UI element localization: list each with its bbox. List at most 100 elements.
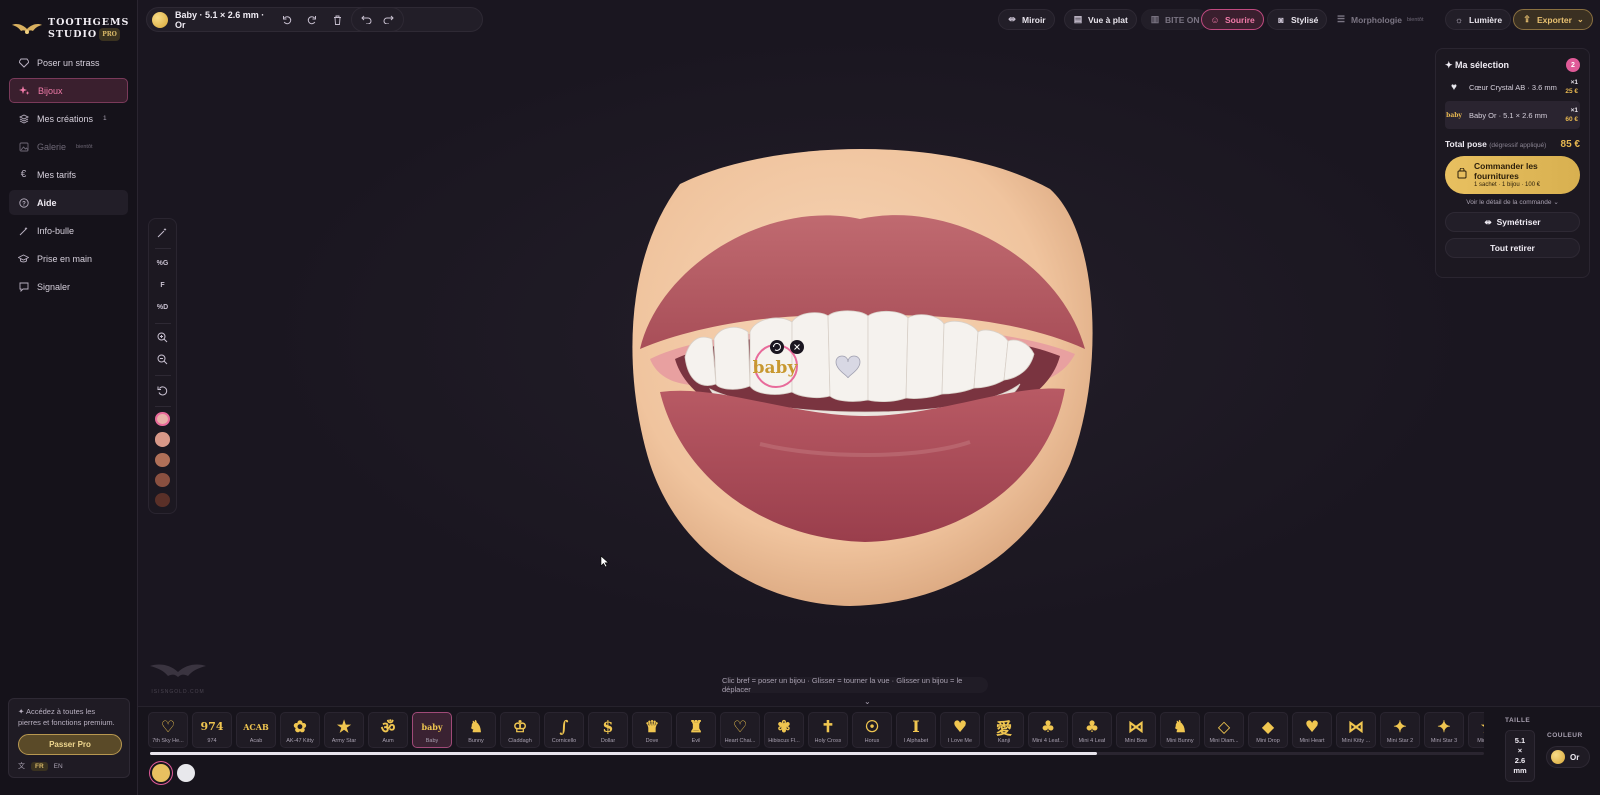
catalog-item[interactable]: ◆ Mini Drop [1248,712,1288,748]
catalog-item[interactable]: 愛 Kanji [984,712,1024,748]
catalog-item[interactable]: ✦ Mini Star 2 [1380,712,1420,748]
rotate-right-icon[interactable] [303,11,321,29]
sidebar-item-mes-creations[interactable]: Mes créations 1 [9,106,128,131]
catalog-scrollbar[interactable] [150,752,1484,755]
zoom-in-icon[interactable] [153,328,173,347]
couleur-selector[interactable]: Or [1546,746,1590,768]
catalog-item[interactable]: ♜ Evil [676,712,716,748]
zoom-out-icon[interactable] [153,350,173,369]
catalog-item[interactable]: ∫ Cornicello [544,712,584,748]
redo-icon[interactable] [379,11,397,29]
vue-plat-button[interactable]: ▤ Vue à plat [1064,9,1137,30]
catalog-item[interactable]: ♞ Bunny [456,712,496,748]
selection-item-name: Cœur Crystal AB · 3.6 mm [1469,82,1557,92]
view-front-button[interactable]: F [153,276,173,295]
gold-color-option[interactable] [152,764,170,782]
sidebar-item-poser-strass[interactable]: Poser un strass [9,50,128,75]
magic-select-icon[interactable] [153,223,173,242]
order-detail-link[interactable]: Voir le détail de la commande ⌄ [1445,198,1580,206]
trash-icon[interactable] [328,11,346,29]
stylise-button[interactable]: ◙ Stylisé [1267,9,1328,30]
skin-tone-2[interactable] [155,432,170,447]
lumiere-button[interactable]: ☼ Lumière [1445,9,1512,30]
catalog-item[interactable]: ◇ Mini Diam... [1204,712,1244,748]
catalog-item-label: Mini 4 Leaf... [1032,738,1064,744]
sidebar-item-bijoux[interactable]: Bijoux [9,78,128,103]
skin-tone-5[interactable] [155,492,170,507]
bite-on-button[interactable]: ▥ BITE ON [1141,9,1209,30]
view-right-button[interactable]: %D [153,298,173,317]
catalog-item[interactable]: ♣ Mini 4 Leaf... [1028,712,1068,748]
tout-retirer-button[interactable]: Tout retirer [1445,238,1580,258]
passer-pro-button[interactable]: Passer Pro [18,734,122,755]
sourire-button[interactable]: ☺ Sourire [1201,9,1264,30]
catalog-item[interactable]: ♞ Mini Bunny [1160,712,1200,748]
catalog-item[interactable]: baby Baby [412,712,452,748]
sidebar-item-signaler[interactable]: Signaler [9,274,128,299]
current-piece-chip[interactable]: Baby · 5.1 × 2.6 mm · Or [146,7,483,32]
collapse-tray-icon[interactable]: ⌄ [864,697,871,706]
catalog-item[interactable]: ♥ Mini Heart [1292,712,1332,748]
symetriser-button[interactable]: ⇹ Symétriser [1445,212,1580,232]
skin-tone-1[interactable] [155,411,170,427]
reset-view-icon[interactable] [153,381,173,400]
rotate-gem-handle[interactable] [770,340,784,354]
catalog-scroll-thumb[interactable] [150,752,1098,755]
catalog-item[interactable]: ACAB Acab [236,712,276,748]
catalog-item[interactable]: ★ Army Star [324,712,364,748]
size-selector[interactable]: 5.1 × 2.6 mm [1505,730,1535,782]
catalog-item[interactable]: ♡ Heart Chai... [720,712,760,748]
sidebar-item-label: Aide [37,197,57,208]
jewel-thumbnail-icon: ★ [1481,715,1484,738]
view-toolbar: %G F %D [148,218,177,514]
catalog-item[interactable]: I I Alphabet [896,712,936,748]
catalog-item[interactable]: ✝ Holy Cross [808,712,848,748]
selection-item[interactable]: ♥ Cœur Crystal AB · 3.6 mm ×1 25 € [1445,73,1580,101]
sidebar-item-mes-tarifs[interactable]: € Mes tarifs [9,162,128,187]
order-detail-label: Voir le détail de la commande [1466,199,1552,206]
lumiere-label: Lumière [1469,14,1503,25]
undo-icon[interactable] [358,11,376,29]
selection-item-name: Baby Or · 5.1 × 2.6 mm [1469,110,1548,120]
catalog-item[interactable]: ♣ Mini 4 Leaf [1072,712,1112,748]
catalog-item-label: Mini Drop [1256,738,1280,744]
mouth-model[interactable]: baby [620,144,1110,609]
catalog-item[interactable]: ⋈ Mini Kitty ... [1336,712,1376,748]
size-line3: 2.6 [1514,756,1526,765]
skin-tone-4[interactable] [155,472,170,487]
catalog-item[interactable]: ♛ Dove [632,712,672,748]
miroir-button[interactable]: ⇹ Miroir [998,9,1055,30]
skin-tone-3[interactable] [155,452,170,467]
catalog-item[interactable]: ★Mini St... [1468,712,1484,748]
lang-en-button[interactable]: EN [54,763,63,770]
silver-color-option[interactable] [177,764,195,782]
catalog-item[interactable]: ✦ Mini Star 3 [1424,712,1464,748]
catalog-item[interactable]: ✾ Hibiscus Fl... [764,712,804,748]
watermark-logo-icon [150,664,206,677]
view-left-button[interactable]: %G [153,254,173,273]
catalog-item[interactable]: ⋈ Mini Bow [1116,712,1156,748]
sidebar-item-prise-en-main[interactable]: Prise en main [9,246,128,271]
svg-text:?: ? [22,201,26,207]
baby-gem[interactable]: baby [753,358,799,378]
sidebar-item-info-bulle[interactable]: Info-bulle [9,218,128,243]
exporter-button[interactable]: ⇪ Exporter ⌄ [1513,9,1593,30]
catalog-item-label: Baby [425,738,439,744]
catalog-item[interactable]: ♡ 7th Sky He... [148,712,188,748]
commander-fournitures-button[interactable]: Commander les fournitures 1 sachet · 1 bi… [1445,156,1580,194]
exporter-label: Exporter [1537,14,1572,25]
selection-item[interactable]: baby Baby Or · 5.1 × 2.6 mm ×1 60 € [1445,101,1580,129]
remove-gem-handle[interactable] [790,340,804,354]
catalog-item[interactable]: 974 974 [192,712,232,748]
catalog-item[interactable]: ॐ Aum [368,712,408,748]
morphologie-button: ☰ Morphologie bientôt [1327,9,1433,30]
catalog-item[interactable]: ☉ Horus [852,712,892,748]
sidebar-item-aide[interactable]: ? Aide [9,190,128,215]
lang-fr-button[interactable]: FR [31,761,48,771]
rotate-left-icon[interactable] [278,11,296,29]
catalog-item[interactable]: ✿ AK-47 Kitty [280,712,320,748]
brand[interactable]: TOOTHGEMS STUDIO PRO [0,0,137,44]
catalog-item[interactable]: ♥ I Love Me [940,712,980,748]
catalog-item[interactable]: $ Dollar [588,712,628,748]
catalog-item[interactable]: ♔ Claddagh [500,712,540,748]
